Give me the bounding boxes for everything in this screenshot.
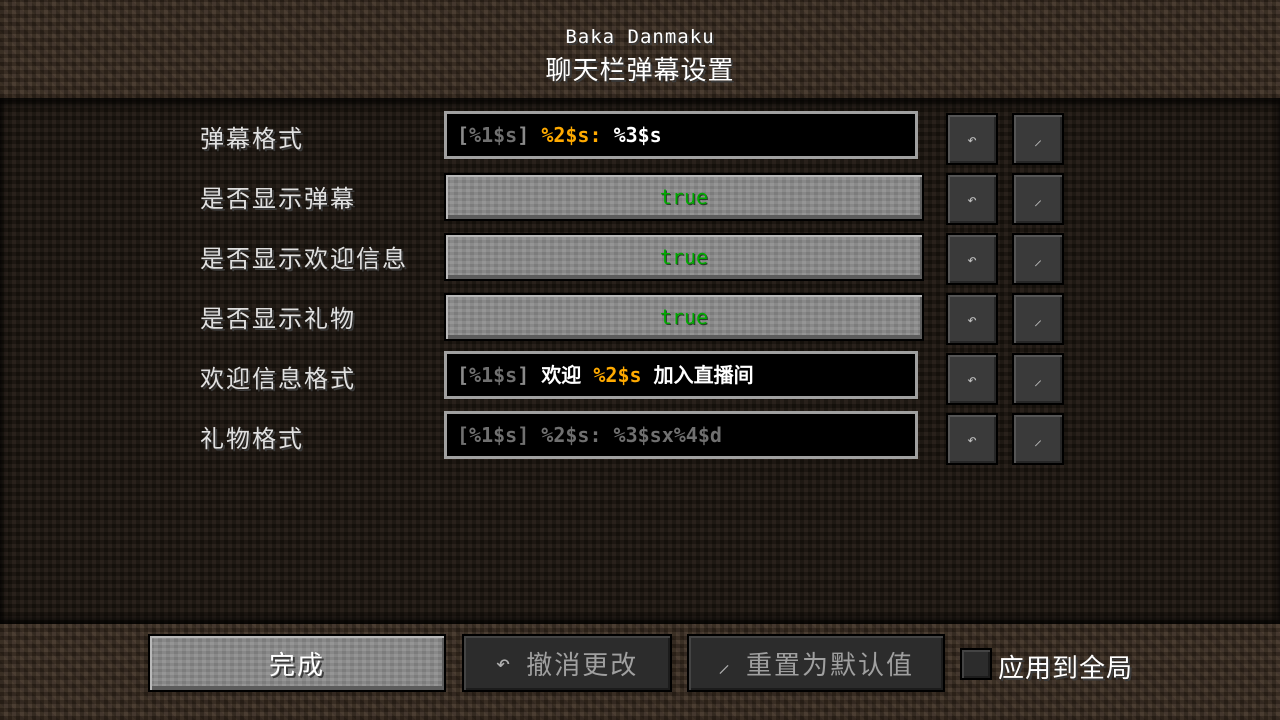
reset-icon: ⸝ [1033, 130, 1042, 149]
option-row: 是否显示礼物 true ↶ ⸝ [0, 291, 1280, 345]
reset-defaults-label: 重置为默认值 [745, 650, 914, 681]
toggle-button[interactable]: true [444, 173, 924, 221]
row-undo-button[interactable]: ↶ [946, 413, 998, 465]
format-text-field[interactable]: [%1$s] %2$s: %3$s [444, 111, 918, 159]
format-segment: [%1$s] %2$s: %3$sx%4$d [457, 423, 722, 447]
option-row: 礼物格式 [%1$s] %2$s: %3$sx%4$d ↶ ⸝ [0, 411, 1280, 465]
format-text-field[interactable]: [%1$s] 欢迎 %2$s 加入直播间 [444, 351, 918, 399]
row-reset-button[interactable]: ⸝ [1012, 293, 1064, 345]
reset-icon: ⸝ [1033, 370, 1042, 389]
undo-icon: ↶ [967, 129, 977, 149]
reset-icon: ⸝ [717, 649, 732, 678]
row-reset-button[interactable]: ⸝ [1012, 233, 1064, 285]
row-undo-button[interactable]: ↶ [946, 353, 998, 405]
option-row: 弹幕格式 [%1$s] %2$s: %3$s ↶ ⸝ [0, 111, 1280, 165]
format-segment: [ [457, 363, 470, 387]
option-label: 弹幕格式 [200, 125, 304, 153]
undo-icon: ↶ [967, 249, 977, 269]
reset-defaults-button[interactable]: ⸝ 重置为默认值 [687, 634, 945, 692]
screen-title: 聊天栏弹幕设置 [545, 56, 735, 86]
row-undo-button[interactable]: ↶ [946, 293, 998, 345]
apply-global-label: 应用到全局 [998, 654, 1134, 684]
format-segment: ] [517, 123, 542, 147]
toggle-button[interactable]: true [444, 293, 924, 341]
format-text-field[interactable]: [%1$s] %2$s: %3$sx%4$d [444, 411, 918, 459]
row-undo-button[interactable]: ↶ [946, 173, 998, 225]
format-segment: [ [457, 123, 470, 147]
format-segment: ] [517, 363, 542, 387]
option-label: 是否显示礼物 [200, 305, 356, 333]
undo-changes-label: 撤消更改 [526, 650, 639, 681]
options-list[interactable]: 弹幕格式 [%1$s] %2$s: %3$s ↶ ⸝ 是否显示弹幕 true ↶ ⸝ 是否显示欢… [0, 98, 1280, 624]
format-segment: %1$s [469, 363, 518, 387]
format-segment: 加入直播间 [653, 363, 754, 387]
row-undo-button[interactable]: ↶ [946, 233, 998, 285]
option-row: 是否显示欢迎信息 true ↶ ⸝ [0, 231, 1280, 285]
undo-icon: ↶ [967, 429, 977, 449]
option-label: 是否显示弹幕 [200, 185, 356, 213]
done-button-label: 完成 [268, 650, 325, 681]
toggle-button[interactable]: true [444, 233, 924, 281]
reset-icon: ⸝ [1033, 190, 1042, 209]
format-segment: %3$s [613, 123, 662, 147]
undo-changes-button[interactable]: ↶ 撤消更改 [462, 634, 672, 692]
mod-name: Baka Danmaku [565, 26, 715, 48]
undo-icon: ↶ [967, 309, 977, 329]
reset-icon: ⸝ [1033, 250, 1042, 269]
undo-icon: ↶ [967, 369, 977, 389]
row-reset-button[interactable]: ⸝ [1012, 353, 1064, 405]
option-label: 是否显示欢迎信息 [200, 245, 408, 273]
undo-icon: ↶ [495, 649, 513, 677]
format-segment: %2$s: [541, 123, 614, 147]
format-segment: %2$s [593, 363, 654, 387]
option-label: 欢迎信息格式 [200, 365, 356, 393]
undo-icon: ↶ [967, 189, 977, 209]
done-button[interactable]: 完成 [148, 634, 446, 692]
row-reset-button[interactable]: ⸝ [1012, 413, 1064, 465]
row-undo-button[interactable]: ↶ [946, 113, 998, 165]
reset-icon: ⸝ [1033, 430, 1042, 449]
header-panel: Baka Danmaku 聊天栏弹幕设置 [0, 0, 1280, 98]
footer-panel: 完成 ↶ 撤消更改 ⸝ 重置为默认值 应用到全局 [0, 624, 1280, 720]
option-row: 欢迎信息格式 [%1$s] 欢迎 %2$s 加入直播间 ↶ ⸝ [0, 351, 1280, 405]
reset-icon: ⸝ [1033, 310, 1042, 329]
row-reset-button[interactable]: ⸝ [1012, 173, 1064, 225]
apply-global-checkbox[interactable] [960, 648, 992, 680]
option-label: 礼物格式 [200, 425, 304, 453]
option-row: 是否显示弹幕 true ↶ ⸝ [0, 171, 1280, 225]
format-segment: 欢迎 [541, 363, 594, 387]
row-reset-button[interactable]: ⸝ [1012, 113, 1064, 165]
format-segment: %1$s [469, 123, 518, 147]
